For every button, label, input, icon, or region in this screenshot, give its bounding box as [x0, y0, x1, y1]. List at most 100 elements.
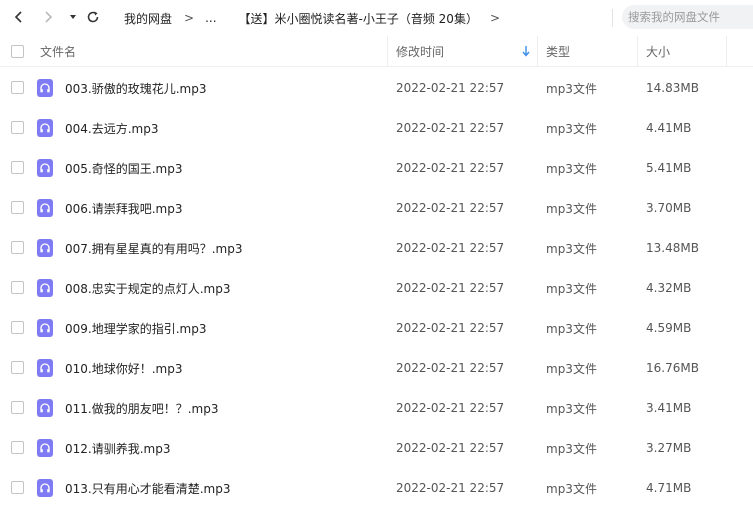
file-name[interactable]: 003.骄傲的玫瑰花儿.mp3: [65, 68, 206, 108]
file-size: 4.32MB: [646, 281, 692, 295]
file-modified-time: 2022-02-21 22:57: [396, 121, 505, 135]
search-input[interactable]: [628, 10, 753, 24]
file-name[interactable]: 013.只有用心才能看清楚.mp3: [65, 468, 230, 508]
forward-button[interactable]: [37, 6, 59, 28]
file-modified-time: 2022-02-21 22:57: [396, 481, 505, 495]
table-row[interactable]: 010.地球你好！.mp3 2022-02-21 22:57 mp3文件 16.…: [0, 348, 753, 388]
row-checkbox[interactable]: [11, 241, 24, 254]
column-header-name[interactable]: 文件名: [40, 36, 76, 67]
file-name[interactable]: 004.去远方.mp3: [65, 108, 158, 148]
breadcrumb-separator: >: [489, 11, 501, 25]
search-box[interactable]: [622, 5, 753, 29]
column-divider[interactable]: [537, 36, 538, 67]
chevron-right-icon: [45, 11, 53, 23]
column-divider[interactable]: [726, 36, 727, 67]
file-size: 3.70MB: [646, 201, 692, 215]
file-name[interactable]: 006.请崇拜我吧.mp3: [65, 188, 182, 228]
file-size: 5.41MB: [646, 161, 692, 175]
file-name[interactable]: 010.地球你好！.mp3: [65, 348, 182, 388]
column-divider[interactable]: [387, 36, 388, 67]
file-type: mp3文件: [546, 321, 597, 336]
audio-file-icon: [37, 359, 53, 377]
audio-file-icon: [37, 79, 53, 97]
file-size: 16.76MB: [646, 361, 699, 375]
row-checkbox[interactable]: [11, 161, 24, 174]
table-row[interactable]: 011.做我的朋友吧！？.mp3 2022-02-21 22:57 mp3文件 …: [0, 388, 753, 428]
table-row[interactable]: 003.骄傲的玫瑰花儿.mp3 2022-02-21 22:57 mp3文件 1…: [0, 68, 753, 108]
file-size: 4.41MB: [646, 121, 692, 135]
file-size: 13.48MB: [646, 241, 699, 255]
file-modified-time: 2022-02-21 22:57: [396, 201, 505, 215]
file-type: mp3文件: [546, 81, 597, 96]
table-row[interactable]: 005.奇怪的国王.mp3 2022-02-21 22:57 mp3文件 5.4…: [0, 148, 753, 188]
audio-file-icon: [37, 279, 53, 297]
file-size: 4.71MB: [646, 481, 692, 495]
audio-file-icon: [37, 119, 53, 137]
audio-file-icon: [37, 439, 53, 457]
column-divider[interactable]: [637, 36, 638, 67]
audio-file-icon: [37, 199, 53, 217]
file-size: 14.83MB: [646, 81, 699, 95]
row-checkbox[interactable]: [11, 441, 24, 454]
breadcrumb-current-folder[interactable]: 【送】米小圈悦读名著-小王子（音频 20集）: [239, 10, 478, 27]
file-type: mp3文件: [546, 281, 597, 296]
file-modified-time: 2022-02-21 22:57: [396, 401, 505, 415]
audio-file-icon: [37, 319, 53, 337]
file-size: 3.27MB: [646, 441, 692, 455]
sort-descending-icon[interactable]: [521, 45, 531, 60]
toolbar: 我的网盘 > ... 【送】米小圈悦读名著-小王子（音频 20集） >: [0, 0, 753, 36]
row-checkbox[interactable]: [11, 481, 24, 494]
row-checkbox[interactable]: [11, 201, 24, 214]
breadcrumb: 我的网盘 > ... 【送】米小圈悦读名著-小王子（音频 20集） >: [124, 0, 511, 36]
table-row[interactable]: 008.忠实于规定的点灯人.mp3 2022-02-21 22:57 mp3文件…: [0, 268, 753, 308]
history-dropdown-button[interactable]: [62, 6, 84, 28]
table-row[interactable]: 004.去远方.mp3 2022-02-21 22:57 mp3文件 4.41M…: [0, 108, 753, 148]
file-modified-time: 2022-02-21 22:57: [396, 161, 505, 175]
column-header-size[interactable]: 大小: [646, 36, 670, 67]
table-row[interactable]: 012.请驯养我.mp3 2022-02-21 22:57 mp3文件 3.27…: [0, 428, 753, 468]
file-type: mp3文件: [546, 481, 597, 496]
file-name[interactable]: 007.拥有星星真的有用吗？.mp3: [65, 228, 242, 268]
row-checkbox[interactable]: [11, 401, 24, 414]
file-modified-time: 2022-02-21 22:57: [396, 441, 505, 455]
file-type: mp3文件: [546, 161, 597, 176]
file-name[interactable]: 012.请驯养我.mp3: [65, 428, 170, 468]
breadcrumb-separator: >: [184, 11, 195, 25]
file-modified-time: 2022-02-21 22:57: [396, 241, 505, 255]
table-row[interactable]: 009.地理学家的指引.mp3 2022-02-21 22:57 mp3文件 4…: [0, 308, 753, 348]
row-checkbox[interactable]: [11, 121, 24, 134]
file-name[interactable]: 005.奇怪的国王.mp3: [65, 148, 182, 188]
table-row[interactable]: 007.拥有星星真的有用吗？.mp3 2022-02-21 22:57 mp3文…: [0, 228, 753, 268]
table-row[interactable]: 013.只有用心才能看清楚.mp3 2022-02-21 22:57 mp3文件…: [0, 468, 753, 508]
row-checkbox[interactable]: [11, 321, 24, 334]
file-name[interactable]: 011.做我的朋友吧！？.mp3: [65, 388, 218, 428]
select-all-checkbox[interactable]: [11, 45, 24, 58]
file-modified-time: 2022-02-21 22:57: [396, 361, 505, 375]
breadcrumb-ellipsis[interactable]: ...: [205, 11, 216, 25]
file-modified-time: 2022-02-21 22:57: [396, 321, 505, 335]
audio-file-icon: [37, 479, 53, 497]
chevron-left-icon: [14, 11, 22, 23]
file-size: 3.41MB: [646, 401, 692, 415]
row-checkbox[interactable]: [11, 361, 24, 374]
row-checkbox[interactable]: [11, 81, 24, 94]
table-row[interactable]: 006.请崇拜我吧.mp3 2022-02-21 22:57 mp3文件 3.7…: [0, 188, 753, 228]
audio-file-icon: [37, 399, 53, 417]
breadcrumb-root[interactable]: 我的网盘: [124, 10, 172, 27]
refresh-icon: [87, 11, 99, 23]
column-header-modified[interactable]: 修改时间: [396, 36, 444, 67]
file-name[interactable]: 008.忠实于规定的点灯人.mp3: [65, 268, 230, 308]
audio-file-icon: [37, 239, 53, 257]
audio-file-icon: [37, 159, 53, 177]
file-list: 003.骄傲的玫瑰花儿.mp3 2022-02-21 22:57 mp3文件 1…: [0, 68, 753, 508]
file-type: mp3文件: [546, 241, 597, 256]
file-type: mp3文件: [546, 441, 597, 456]
column-header-type[interactable]: 类型: [546, 36, 570, 67]
table-header: 文件名 修改时间 类型 大小: [0, 36, 753, 67]
row-checkbox[interactable]: [11, 281, 24, 294]
refresh-button[interactable]: [82, 6, 104, 28]
back-button[interactable]: [8, 6, 30, 28]
file-type: mp3文件: [546, 201, 597, 216]
file-name[interactable]: 009.地理学家的指引.mp3: [65, 308, 206, 348]
file-type: mp3文件: [546, 401, 597, 416]
